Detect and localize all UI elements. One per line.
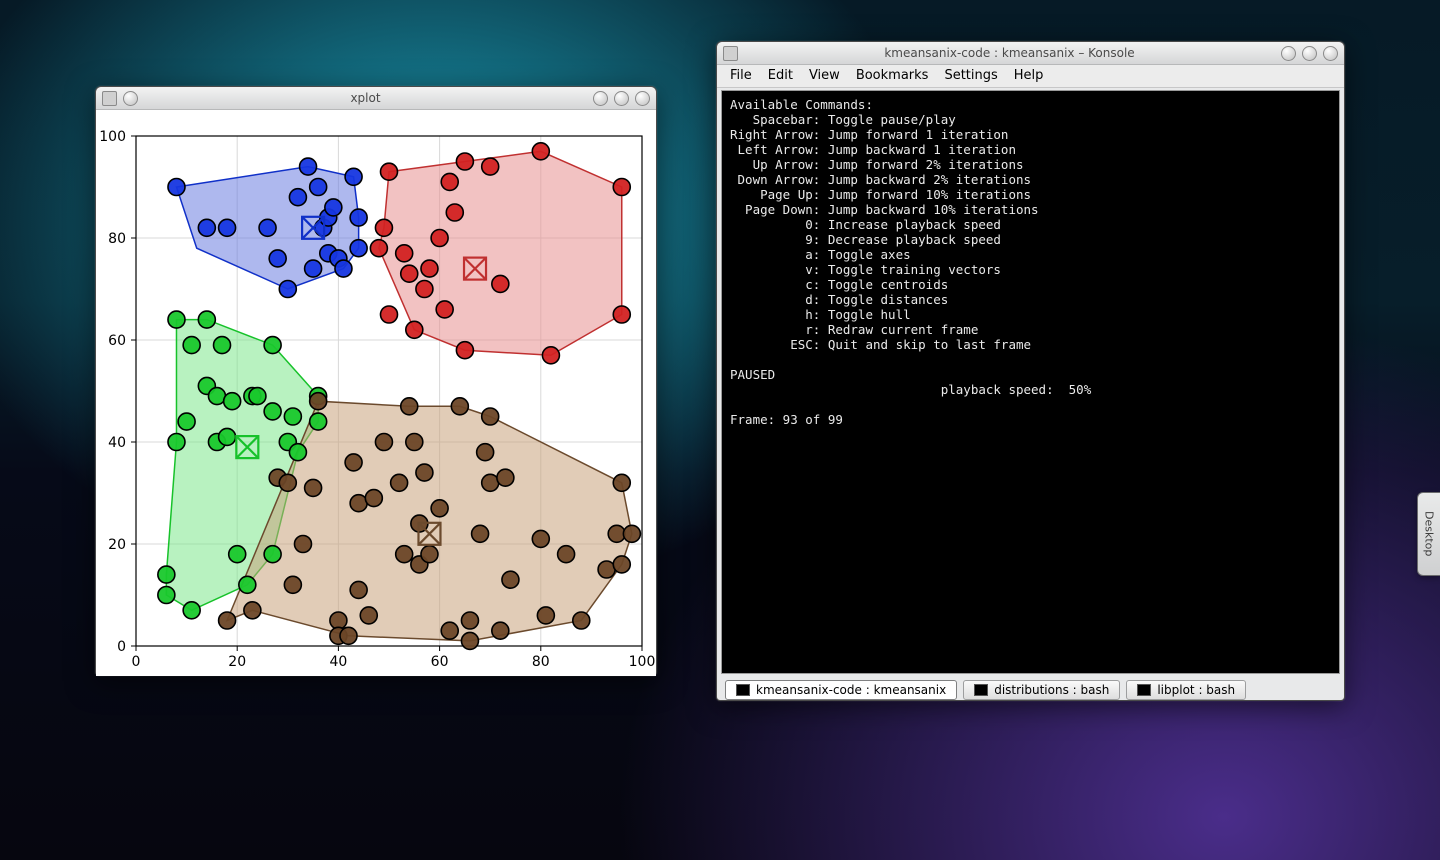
svg-text:20: 20 [108,537,126,553]
svg-text:100: 100 [99,129,126,145]
maximize-button[interactable] [614,91,629,106]
menu-bookmarks[interactable]: Bookmarks [849,67,936,84]
svg-text:40: 40 [329,654,347,670]
minimize-button[interactable] [1281,46,1296,61]
terminal-viewport[interactable]: Available Commands: Spacebar: Toggle pau… [721,90,1340,674]
desktop-switcher-tab[interactable]: Desktop [1417,492,1440,576]
svg-text:60: 60 [431,654,449,670]
menu-file[interactable]: File [723,67,759,84]
svg-text:80: 80 [532,654,550,670]
terminal-icon [1137,684,1151,696]
svg-text:40: 40 [108,435,126,451]
app-icon [102,91,117,106]
maximize-button[interactable] [1302,46,1317,61]
tab-label: libplot : bash [1157,683,1235,697]
tab-label: distributions : bash [994,683,1109,697]
xplot-window[interactable]: xplot 0 20 40 60 80 100 0 20 40 60 80 100 [95,86,657,676]
desktop-background: { "xplot": { "title": "xplot", "axes": {… [0,0,1440,860]
svg-text:100: 100 [629,654,656,670]
svg-text:20: 20 [228,654,246,670]
konsole-window[interactable]: kmeansanix-code : kmeansanix – Konsole F… [716,41,1345,701]
terminal-output: Available Commands: Spacebar: Toggle pau… [722,91,1339,433]
terminal-icon [736,684,750,696]
menu-view[interactable]: View [802,67,847,84]
minimize-button[interactable] [593,91,608,106]
svg-text:80: 80 [108,231,126,247]
terminal-tab[interactable]: kmeansanix-code : kmeansanix [725,680,957,700]
plot-area: 0 20 40 60 80 100 0 20 40 60 80 100 [96,110,656,676]
xplot-titlebar[interactable]: xplot [96,87,656,110]
minimize-button[interactable] [123,91,138,106]
svg-text:0: 0 [132,654,141,670]
window-title: kmeansanix-code : kmeansanix – Konsole [744,46,1275,60]
close-button[interactable] [1323,46,1338,61]
desktop-switcher-label: Desktop [1423,511,1436,556]
menu-edit[interactable]: Edit [761,67,800,84]
tab-label: kmeansanix-code : kmeansanix [756,683,946,697]
tab-bar[interactable]: kmeansanix-code : kmeansanix distribution… [717,674,1344,708]
svg-text:60: 60 [108,333,126,349]
window-title: xplot [144,91,587,105]
svg-text:0: 0 [117,639,126,655]
menubar[interactable]: FileEditViewBookmarksSettingsHelp [717,65,1344,88]
menu-settings[interactable]: Settings [937,67,1004,84]
terminal-tab[interactable]: distributions : bash [963,680,1120,700]
menu-help[interactable]: Help [1007,67,1051,84]
terminal-icon [974,684,988,696]
close-button[interactable] [635,91,650,106]
app-icon [723,46,738,61]
kmeans-scatter-chart: 0 20 40 60 80 100 0 20 40 60 80 100 [96,110,656,676]
terminal-tab[interactable]: libplot : bash [1126,680,1246,700]
konsole-titlebar[interactable]: kmeansanix-code : kmeansanix – Konsole [717,42,1344,65]
